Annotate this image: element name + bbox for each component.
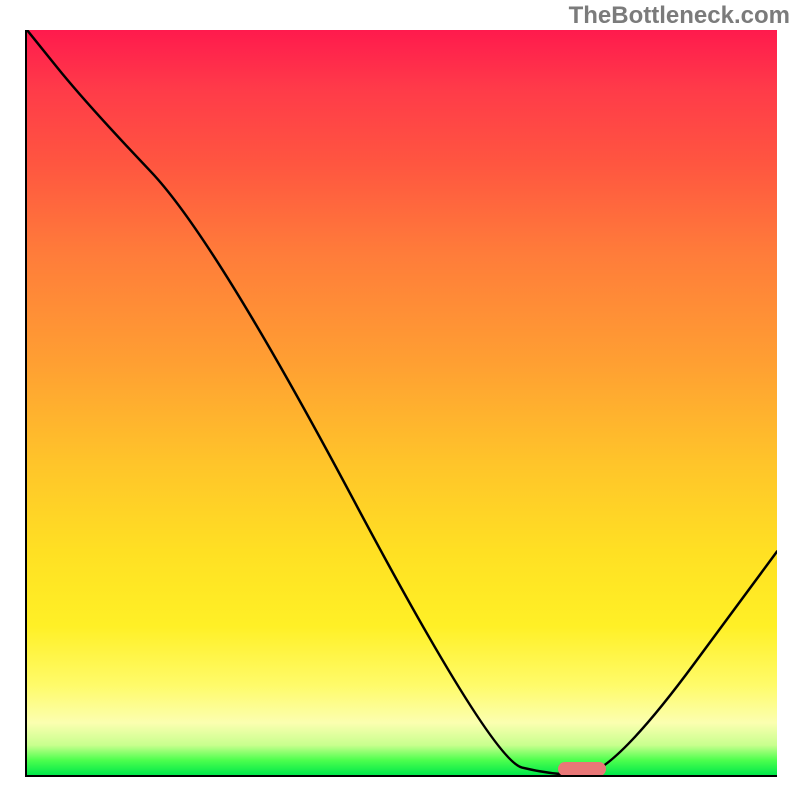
optimal-marker	[558, 762, 606, 776]
plot-area	[25, 30, 777, 777]
chart-container: TheBottleneck.com	[0, 0, 800, 800]
watermark-text: TheBottleneck.com	[569, 2, 790, 30]
bottleneck-curve-path	[27, 30, 777, 775]
curve-svg	[27, 30, 777, 775]
